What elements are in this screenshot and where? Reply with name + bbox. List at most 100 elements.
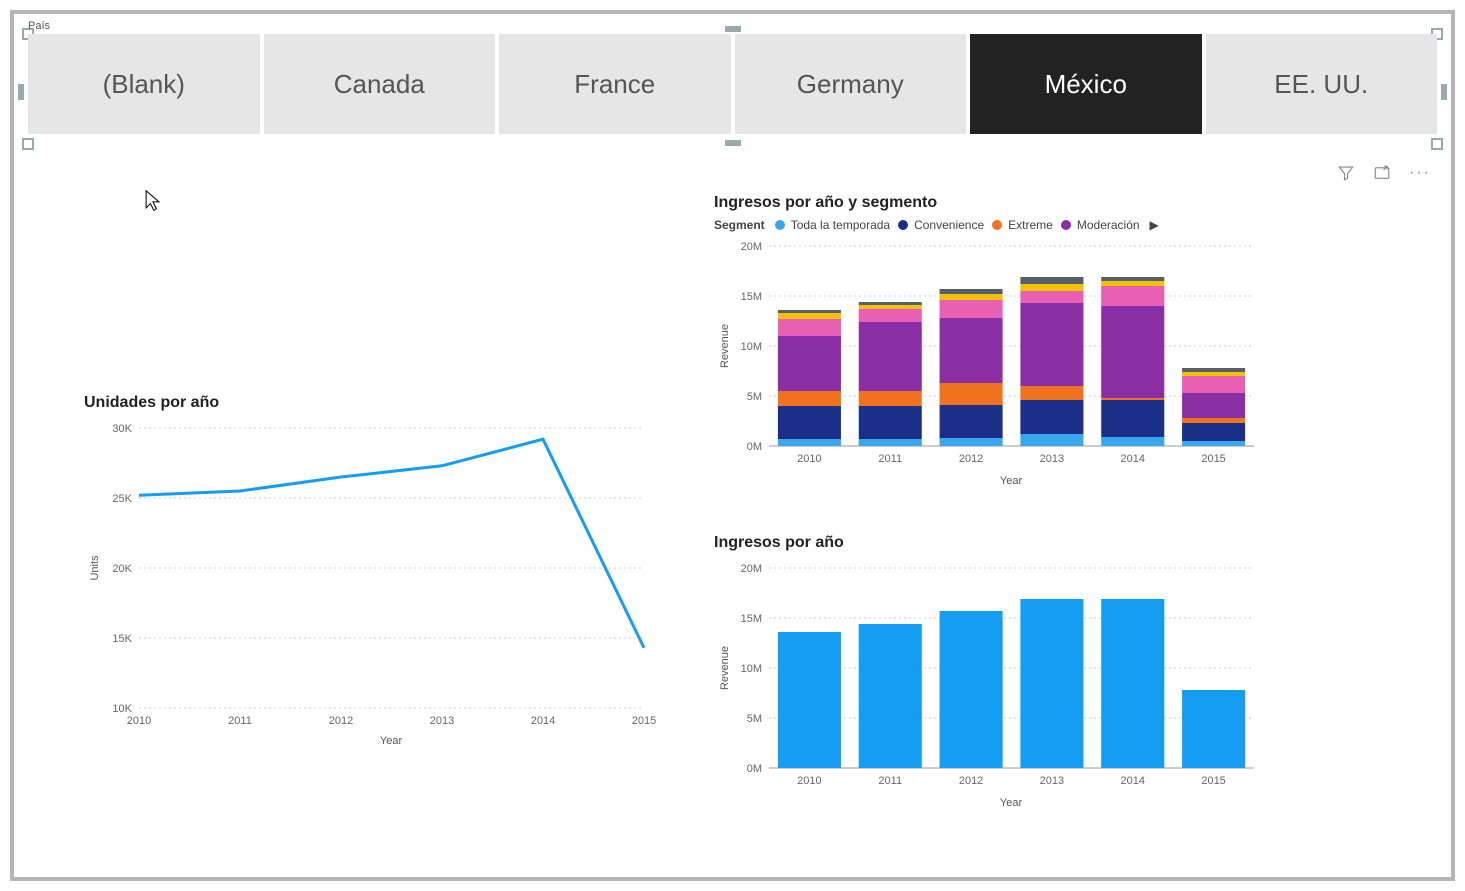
- slicer-item-france[interactable]: France: [499, 34, 731, 134]
- x-tick: 2014: [1121, 775, 1145, 787]
- bar-segment: [940, 294, 1003, 300]
- bar-segment: [1182, 418, 1245, 423]
- selection-handle[interactable]: [1441, 84, 1447, 100]
- y-tick: 15M: [741, 291, 762, 303]
- bar-segment: [859, 439, 922, 446]
- bar-segment: [1101, 286, 1164, 306]
- bar-segment: [778, 313, 841, 319]
- x-tick: 2015: [1201, 453, 1225, 465]
- x-tick: 2013: [1040, 453, 1064, 465]
- y-tick: 10K: [112, 703, 132, 715]
- slicer-item-germany[interactable]: Germany: [735, 34, 967, 134]
- bar-segment: [940, 405, 1003, 438]
- bar-segment: [1020, 291, 1083, 303]
- bar-segment: [940, 289, 1003, 294]
- selection-handle[interactable]: [725, 140, 741, 146]
- legend-label: Toda la temporada: [791, 218, 890, 232]
- slicer-item-usa[interactable]: EE. UU.: [1206, 34, 1438, 134]
- bar-segment: [1182, 368, 1245, 372]
- bar-segment: [940, 438, 1003, 446]
- line-chart-svg: 30K 25K 20K 15K 10K 2010 2011 2012 2013 …: [84, 418, 664, 758]
- selection-handle[interactable]: [1431, 138, 1443, 150]
- slicer-field-label: País: [28, 20, 50, 32]
- bar-segment: [1101, 400, 1164, 437]
- chart-legend: Segment Toda la temporada Convenience Ex…: [714, 218, 1354, 232]
- bar-segment: [1020, 284, 1083, 291]
- slicer-item-label: Canada: [334, 69, 425, 100]
- stacked-bar-svg: 20M 15M 10M 5M 0M 2010201120122013201420…: [714, 236, 1274, 496]
- slicer-item-blank[interactable]: (Blank): [28, 34, 260, 134]
- legend-swatch-icon: [775, 220, 785, 230]
- bar-segment: [778, 336, 841, 391]
- legend-label: Extreme: [1008, 218, 1053, 232]
- bar: [859, 624, 922, 768]
- y-tick: 15K: [112, 633, 132, 645]
- bar-segment: [859, 406, 922, 439]
- x-tick: 2014: [531, 715, 555, 727]
- x-axis-label: Year: [1000, 475, 1023, 487]
- bar: [1182, 690, 1245, 768]
- y-tick: 5M: [747, 391, 762, 403]
- x-tick: 2012: [329, 715, 353, 727]
- chart-revenue-by-year-segment[interactable]: Ingresos por año y segmento Segment Toda…: [714, 194, 1354, 524]
- legend-item[interactable]: Convenience: [898, 218, 984, 232]
- y-tick: 15M: [741, 613, 762, 625]
- slicer-item-label: EE. UU.: [1274, 69, 1368, 100]
- bar-segment: [1101, 306, 1164, 398]
- chart-units-per-year[interactable]: Unidades por año 30K 25K 20K 15K 10K 201…: [84, 394, 664, 774]
- y-tick: 20M: [741, 563, 762, 575]
- selection-handle[interactable]: [18, 84, 24, 100]
- x-axis-label: Year: [1000, 797, 1023, 809]
- bar-segment: [940, 318, 1003, 383]
- y-axis-label: Revenue: [719, 646, 731, 690]
- x-tick: 2010: [797, 775, 821, 787]
- focus-mode-icon[interactable]: [1373, 164, 1391, 187]
- chart-revenue-by-year[interactable]: Ingresos por año 20M 15M 10M 5M 0M 20102…: [714, 534, 1354, 844]
- y-tick: 10M: [741, 341, 762, 353]
- x-tick: 2012: [959, 453, 983, 465]
- bar-segment: [1020, 277, 1083, 284]
- bar-segment: [859, 309, 922, 322]
- report-canvas: País (Blank) Canada France Germany Méxic…: [10, 10, 1455, 881]
- legend-overflow-icon[interactable]: ▶: [1150, 218, 1159, 232]
- chart-title: Ingresos por año y segmento: [714, 194, 1354, 212]
- bar-segment: [1020, 386, 1083, 400]
- y-axis-label: Revenue: [719, 324, 731, 368]
- x-tick: 2013: [1040, 775, 1064, 787]
- legend-item[interactable]: Moderación: [1061, 218, 1140, 232]
- x-tick: 2011: [878, 453, 902, 465]
- legend-swatch-icon: [898, 220, 908, 230]
- x-tick: 2010: [797, 453, 821, 465]
- selection-handle[interactable]: [22, 138, 34, 150]
- bar-segment: [778, 439, 841, 446]
- bar-segment: [778, 391, 841, 406]
- slicer-item-label: France: [574, 69, 655, 100]
- x-tick: 2013: [430, 715, 454, 727]
- bar-segment: [1101, 398, 1164, 400]
- y-tick: 20K: [112, 563, 132, 575]
- y-tick: 25K: [112, 493, 132, 505]
- x-tick: 2014: [1121, 453, 1145, 465]
- y-tick: 0M: [747, 441, 762, 453]
- legend-item[interactable]: Toda la temporada: [775, 218, 890, 232]
- bar-segment: [778, 319, 841, 336]
- chart-title: Unidades por año: [84, 394, 664, 412]
- filter-icon[interactable]: [1337, 164, 1355, 187]
- bar-segment: [1182, 423, 1245, 441]
- bar-segment: [859, 322, 922, 391]
- bar-segment: [1182, 376, 1245, 393]
- y-tick: 0M: [747, 763, 762, 775]
- more-options-icon[interactable]: ···: [1409, 164, 1431, 187]
- x-tick: 2015: [1201, 775, 1225, 787]
- slicer-item-label: México: [1045, 69, 1127, 100]
- bar: [778, 632, 841, 768]
- legend-label: Convenience: [914, 218, 984, 232]
- selection-handle[interactable]: [725, 26, 741, 32]
- chart-title: Ingresos por año: [714, 534, 1354, 552]
- slicer-item-mexico[interactable]: México: [970, 34, 1202, 134]
- legend-item[interactable]: Extreme: [992, 218, 1053, 232]
- bar-segment: [778, 310, 841, 313]
- bar-segment: [1020, 303, 1083, 386]
- line-series: [139, 439, 644, 648]
- slicer-item-canada[interactable]: Canada: [264, 34, 496, 134]
